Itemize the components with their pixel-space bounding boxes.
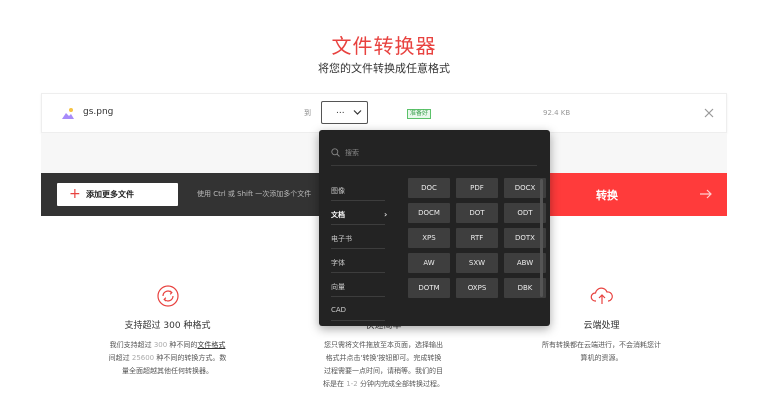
chevron-down-icon	[353, 110, 362, 115]
category-label: 字体	[331, 259, 345, 267]
category-item[interactable]: 图像	[331, 179, 385, 201]
convert-label: 转换	[596, 189, 618, 202]
chevron-right-icon: ›	[384, 210, 388, 219]
image-file-icon	[62, 108, 74, 119]
format-option[interactable]: SXW	[456, 253, 498, 273]
category-label: 文档	[331, 211, 345, 219]
format-dropdown: 搜索 图像 文档 › 电子书 字体 向量 CAD DOC PDF DOCX DOCM DOT ODT X…	[319, 130, 550, 326]
dropdown-scrollbar[interactable]	[540, 179, 543, 297]
format-search-input[interactable]: 搜索	[331, 144, 537, 166]
feature-formats: 支持超过 300 种格式 我们支持超过 300 种不同的文件格式 间超过 256…	[80, 284, 255, 378]
category-item[interactable]: CAD	[331, 299, 385, 321]
format-option[interactable]: DOCM	[408, 203, 450, 223]
category-item[interactable]: 电子书	[331, 227, 385, 249]
add-more-files-label: 添加更多文件	[86, 190, 134, 199]
format-option[interactable]: RTF	[456, 228, 498, 248]
format-option[interactable]: DOC	[408, 178, 450, 198]
format-option[interactable]: OXPS	[456, 278, 498, 298]
category-item[interactable]: 文档 ›	[331, 203, 388, 225]
format-option[interactable]: PDF	[456, 178, 498, 198]
cloud-upload-icon	[590, 287, 613, 304]
refresh-circle-icon	[156, 285, 179, 307]
status-badge: 准备好	[407, 109, 432, 119]
multi-select-hint: 使用 Ctrl 或 Shift 一次添加多个文件	[197, 190, 312, 198]
search-placeholder: 搜索	[345, 149, 359, 157]
output-format-select[interactable]: ...	[321, 101, 368, 124]
category-item[interactable]: 向量	[331, 275, 385, 297]
category-label: CAD	[331, 306, 347, 314]
category-label: 向量	[331, 283, 345, 291]
category-label: 电子书	[331, 235, 352, 243]
file-row: gs.png 到 ... 准备好 92.4 KB	[41, 93, 727, 133]
file-formats-link[interactable]: 文件格式	[197, 341, 225, 349]
category-label: 图像	[331, 187, 345, 195]
feature-description: 我们支持超过 300 种不同的文件格式 间超过 25600 种不同的转换方式。数…	[108, 341, 227, 375]
to-label: 到	[304, 109, 311, 117]
convert-button[interactable]: 转换	[550, 173, 727, 216]
feature-description: 所有转换都在云端进行，不会消耗您计 算机的资源。	[542, 341, 661, 362]
add-more-files-button[interactable]: + 添加更多文件	[57, 183, 178, 206]
file-name: gs.png	[83, 107, 114, 117]
format-option[interactable]: AW	[408, 253, 450, 273]
feature-title: 支持超过 300 种格式	[124, 321, 211, 331]
arrow-right-icon	[700, 189, 712, 199]
close-icon[interactable]	[702, 106, 716, 120]
format-select-value: ...	[336, 106, 345, 116]
search-icon	[331, 148, 340, 157]
feature-description: 您只需将文件拖放至本页面，选择输出 格式并点击'转换'按钮即可。完成转换 过程需…	[323, 341, 444, 388]
page-subtitle: 将您的文件转换成任意格式	[318, 62, 450, 75]
page-title: 文件转换器	[331, 34, 437, 58]
file-size: 92.4 KB	[543, 109, 571, 117]
format-option[interactable]: DOT	[456, 203, 498, 223]
format-option[interactable]: DOTM	[408, 278, 450, 298]
plus-icon: +	[69, 186, 81, 202]
format-option[interactable]: XPS	[408, 228, 450, 248]
category-item[interactable]: 字体	[331, 251, 385, 273]
